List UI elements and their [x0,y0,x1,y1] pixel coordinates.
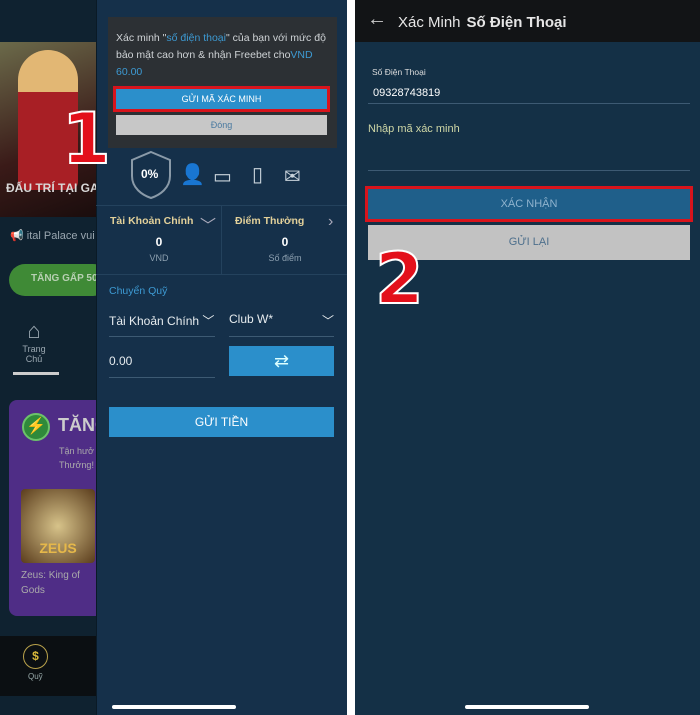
email-icon[interactable]: ✉ [284,164,301,189]
chevron-down-icon: ﹀ [202,314,215,328]
phone-link[interactable]: số điện thoại [166,32,226,44]
verification-code-input[interactable]: Nhập mã xác minh [368,123,460,135]
game-name: Zeus: King of Gods [21,570,80,596]
nav-active-indicator [13,372,59,375]
send-code-button[interactable]: GỬI MÃ XÁC MINH [113,86,330,112]
chevron-down-icon[interactable]: ﹀ [200,212,216,236]
step2-screen: ← Xác Minh Số Điện Thoại Số Điện Thoại 09… [355,0,700,715]
deposit-button[interactable]: GỬI TIỀN [109,407,334,437]
divider [229,336,334,337]
swap-icon: ⇄ [273,351,290,371]
chevron-right-icon[interactable]: › [328,213,333,231]
swap-button[interactable]: ⇄ [229,346,334,376]
page-title: Xác Minh Số Điện Thoại [398,14,567,31]
main-account-value: 0 [155,235,163,249]
nav-wallet-label: Quỹ [28,672,43,681]
divider [109,377,215,378]
divider [221,205,222,275]
transfer-from-select[interactable]: Tài Khoản Chính ﹀ [109,312,214,329]
step-number-1: 1 [61,97,112,181]
profile-icon[interactable]: 👤 [180,162,205,187]
confirm-button[interactable]: XÁC NHẬN [365,186,693,222]
home-icon: ⌂ [27,318,41,343]
step1-screen: ĐẤU TRÍ TẠI GAM 📢 ital Palace vui TĂNG G… [0,0,347,715]
security-shield: 0% [130,150,172,200]
bank-card-icon[interactable]: ▭ [213,164,232,189]
main-account-unit: VND [149,253,169,263]
divider [368,170,690,171]
points-label[interactable]: Điểm Thưởng [235,215,304,227]
transfer-amount-input[interactable]: 0.00 [109,354,132,368]
main-account-label[interactable]: Tài Khoản Chính [110,215,193,227]
transfer-to-select[interactable]: Club W* ﹀ [229,312,334,329]
promo-subtitle: Tận hưở Thưởng! [59,446,94,470]
wallet-icon[interactable]: $ [23,644,48,669]
phone-icon[interactable]: ▯ [252,162,263,187]
popup-message: Xác minh "số điện thoại" của bạn với mức… [116,32,326,78]
nav-home[interactable]: ⌂ Trang Chủ [14,318,54,364]
home-indicator [112,705,236,709]
game-thumbnail[interactable]: ZEUS [21,489,95,563]
megaphone-icon: 📢 [10,230,27,242]
back-arrow-icon[interactable]: ← [367,8,387,31]
phone-field[interactable]: 09328743819 [373,87,440,99]
home-indicator [465,705,589,709]
points-value: 0 [281,235,289,249]
points-unit: Số điểm [268,253,302,263]
phone-label: Số Điện Thoại [372,67,426,77]
close-popup-button[interactable]: Đóng [116,115,327,135]
banner-text: ĐẤU TRÍ TẠI GAM [6,181,109,195]
transfer-title: Chuyển Quỹ [109,285,168,297]
divider [109,336,215,337]
promo-button[interactable]: TĂNG GẤP 50% [9,264,109,296]
marquee: 📢 ital Palace vui [10,230,95,242]
chevron-down-icon: ﹀ [321,314,334,328]
lightning-icon: ⚡ [22,413,50,441]
step-number-2: 2 [374,237,425,321]
bottom-nav [0,636,96,696]
divider [368,103,690,104]
